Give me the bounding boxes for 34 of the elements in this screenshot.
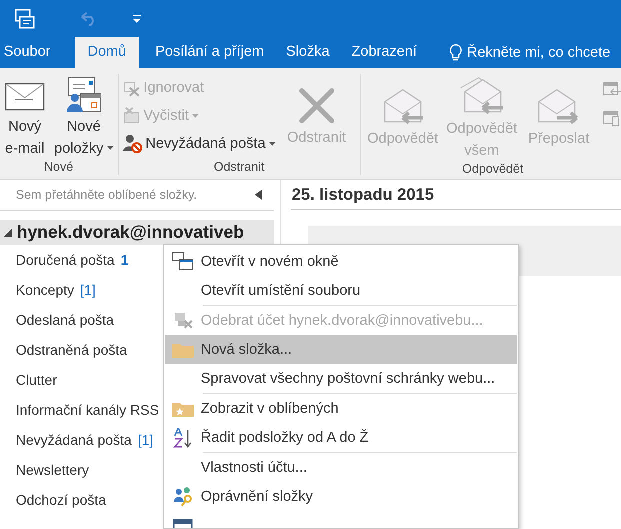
folder-item[interactable]: Nevyžádaná pošta [16,432,132,448]
folder-item[interactable]: Informační kanály RSS [16,402,160,418]
menu-item[interactable]: Oprávnění složky [165,482,517,511]
ribbon-tab[interactable]: Soubor [0,37,65,68]
menu-item[interactable]: Spravovat všechny poštovní schránky webu... [165,364,517,393]
group-label: Odpovědět [462,162,524,176]
ribbon-button[interactable]: Nevyžádaná pošta [122,132,276,156]
menu-item[interactable]: Nová složka... [165,335,517,364]
tell-me-field[interactable]: Řekněte mi, co chcete [467,44,611,60]
folder-item[interactable]: Newslettery [16,462,90,478]
folder-item[interactable]: Odchozí pošta [16,492,106,508]
ribbon-button[interactable]: Nové položky [52,74,116,160]
ribbon-tab[interactable]: Složka [282,37,344,68]
favorites-hint: Sem přetáhněte oblíbené složky. [16,188,198,202]
folder-item[interactable]: Clutter [16,372,58,388]
menu-item[interactable]: Otevřít v novém okně [165,247,517,276]
ribbon-tab[interactable]: Posílání a příjem [151,37,278,68]
ribbon-tab[interactable]: Domů [74,37,140,68]
group-label: Nové [44,160,74,174]
group-label: Odstranit [214,160,265,174]
folder-item[interactable]: Doručená pošta [16,252,115,268]
folder-item[interactable]: Odeslaná pošta [16,312,114,328]
folder-item[interactable]: Odstraněná pošta [16,342,128,358]
item-count: 1 [120,252,129,268]
ribbon-tab[interactable]: Zobrazení [348,37,432,68]
menu-item[interactable]: Otevřít umístění souboru [165,276,517,305]
item-count: [1] [80,282,96,298]
ribbon-button[interactable]: Nový e-mail [0,74,50,160]
date-header: 25. listopadu 2015 [291,186,621,210]
menu-item[interactable]: Zobrazit v oblíbených [165,394,517,423]
folder-item[interactable]: Koncepty [16,282,74,298]
menu-item[interactable]: Vlastnosti účtu... [165,453,517,482]
item-count: [1] [138,432,154,448]
menu-item[interactable]: Řadit podsložky od A do Ž [165,423,517,452]
